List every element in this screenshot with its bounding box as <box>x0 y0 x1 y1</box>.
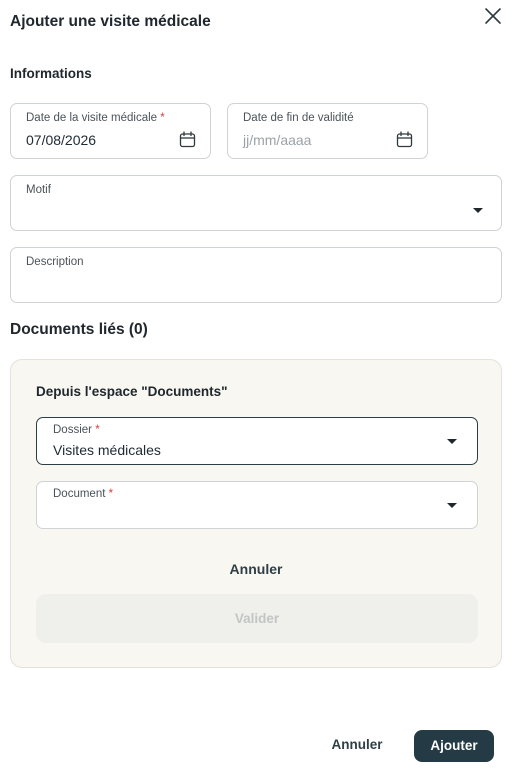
informations-heading: Informations <box>10 66 92 81</box>
description-label: Description <box>26 256 84 268</box>
add-button[interactable]: Ajouter <box>414 730 494 762</box>
dossier-select[interactable]: Dossier * Visites médicales <box>36 417 478 465</box>
document-label: Document * <box>53 488 114 500</box>
panel-title: Depuis l'espace "Documents" <box>36 384 228 399</box>
cancel-button[interactable]: Annuler <box>326 737 388 755</box>
required-mark: * <box>95 424 100 436</box>
visit-date-field[interactable]: Date de la visite médicale * 07/08/2026 <box>10 103 211 159</box>
required-mark: * <box>160 112 165 124</box>
visit-date-value: 07/08/2026 <box>26 132 97 148</box>
visit-date-label: Date de la visite médicale * <box>26 112 165 124</box>
linked-documents-heading: Documents liés (0) <box>10 321 148 338</box>
end-date-field[interactable]: Date de fin de validité jj/mm/aaaa <box>227 103 428 159</box>
required-mark: * <box>108 488 114 500</box>
panel-cancel-button[interactable]: Annuler <box>11 561 501 577</box>
end-date-placeholder: jj/mm/aaaa <box>243 132 312 148</box>
caret-down-icon <box>447 503 457 508</box>
document-picker-panel: Depuis l'espace "Documents" Dossier * Vi… <box>10 359 502 668</box>
document-select[interactable]: Document * <box>36 481 478 529</box>
motif-label: Motif <box>26 184 51 196</box>
description-field[interactable]: Description <box>10 247 502 303</box>
caret-down-icon <box>473 208 483 213</box>
close-icon[interactable] <box>482 5 504 27</box>
dossier-label: Dossier * <box>53 424 100 436</box>
dossier-value: Visites médicales <box>53 442 161 458</box>
calendar-icon[interactable] <box>396 131 413 148</box>
end-date-label: Date de fin de validité <box>243 112 354 124</box>
dialog-title: Ajouter une visite médicale <box>10 13 211 30</box>
calendar-icon[interactable] <box>179 131 196 148</box>
validate-button[interactable]: Valider <box>36 594 478 643</box>
motif-select[interactable]: Motif <box>10 175 502 231</box>
caret-down-icon <box>447 439 457 444</box>
